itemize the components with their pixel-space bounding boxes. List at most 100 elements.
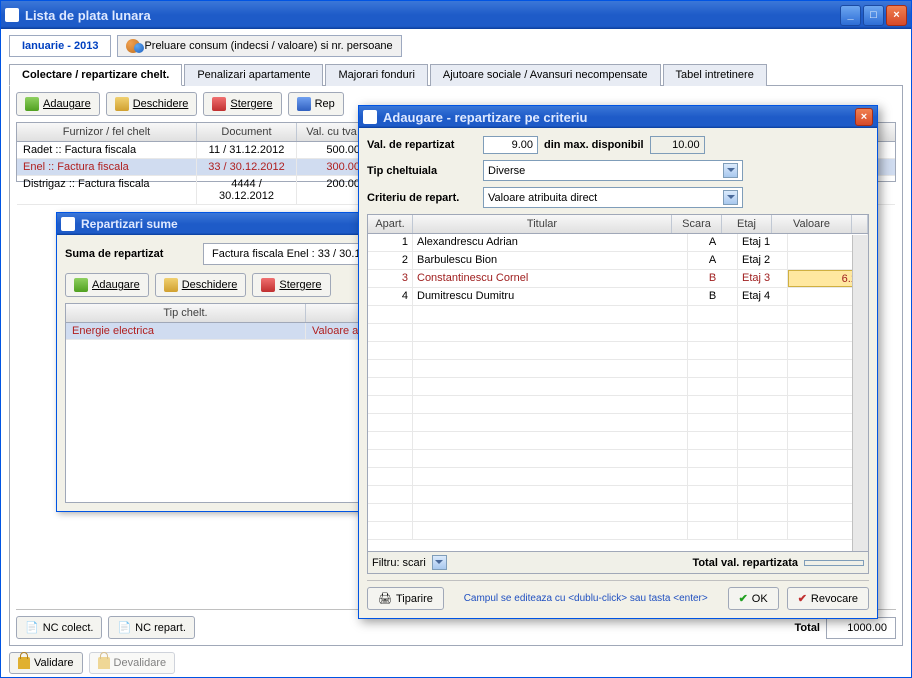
close-button[interactable]: × (886, 5, 907, 26)
dialog-icon (363, 110, 377, 124)
suma-label: Suma de repartizat (65, 248, 195, 260)
val-repart-input[interactable] (483, 136, 538, 154)
consum-label: Preluare consum (indecsi / valoare) si n… (144, 40, 392, 52)
doc-icon: 📄 (25, 621, 39, 634)
table-row[interactable]: 3 Constantinescu Cornel B Etaj 3 6.10 (368, 270, 868, 288)
col-valoare[interactable]: Valoare (772, 215, 852, 233)
window-title: Lista de plata lunara (25, 8, 840, 23)
dialog-icon (61, 217, 75, 231)
chevron-down-icon (723, 163, 738, 178)
delete-icon (261, 278, 275, 292)
nc-colect-button[interactable]: 📄NC colect. (16, 616, 102, 639)
table-row[interactable]: 1 Alexandrescu Adrian A Etaj 1 (368, 234, 868, 252)
dlg2-close-button[interactable]: × (855, 108, 873, 126)
nc-repart-button[interactable]: 📄NC repart. (108, 616, 194, 639)
scrollbar[interactable] (852, 235, 868, 553)
apartments-grid: Apart. Titular Scara Etaj Valoare 1 Alex… (367, 214, 869, 574)
check-red-icon: ✔ (798, 592, 807, 605)
filtru-combo[interactable] (432, 555, 447, 570)
stergere-label: Stergere (230, 98, 272, 110)
minimize-button[interactable]: _ (840, 5, 861, 26)
tab-colectare[interactable]: Colectare / repartizare chelt. (9, 64, 182, 86)
table-row[interactable] (368, 468, 868, 486)
tip-combo[interactable]: Diverse (483, 160, 743, 181)
table-row[interactable] (368, 324, 868, 342)
col-etaj[interactable]: Etaj (722, 215, 772, 233)
adaugare-button[interactable]: Adaugare (16, 92, 100, 116)
check-icon: ✔ (739, 592, 748, 605)
tab-penalizari[interactable]: Penalizari apartamente (184, 64, 323, 86)
total-repart-label: Total val. repartizata (692, 557, 798, 569)
tip-label: Tip cheltuiala (367, 165, 477, 177)
adaugare-label: Adaugare (43, 98, 91, 110)
print-icon: 🖨 (378, 592, 392, 605)
revocare-button[interactable]: ✔Revocare (787, 587, 869, 610)
table-row[interactable] (368, 378, 868, 396)
total-repart-value (804, 560, 864, 566)
open-icon (164, 278, 178, 292)
table-row[interactable] (368, 432, 868, 450)
add-icon (25, 97, 39, 111)
dlg1-adaugare-button[interactable]: Adaugare (65, 273, 149, 297)
col-document[interactable]: Document (197, 123, 297, 141)
crit-label: Criteriu de repart. (367, 192, 477, 204)
edit-hint: Campul se editeaza cu <dublu-click> sau … (452, 593, 720, 604)
lock-icon (18, 657, 30, 669)
table-row[interactable] (368, 450, 868, 468)
table-row[interactable] (368, 504, 868, 522)
validare-button[interactable]: Validare (9, 652, 83, 674)
add-icon (74, 278, 88, 292)
tab-ajutoare[interactable]: Ajutoare sociale / Avansuri necompensate (430, 64, 661, 86)
col-scara[interactable]: Scara (672, 215, 722, 233)
ok-button[interactable]: ✔OK (728, 587, 779, 610)
table-row[interactable]: 4 Dumitrescu Dumitru B Etaj 4 (368, 288, 868, 306)
lock-open-icon (98, 657, 110, 669)
deschidere-label: Deschidere (133, 98, 189, 110)
stergere-button[interactable]: Stergere (203, 92, 281, 116)
col-tip[interactable]: Tip chelt. (66, 304, 306, 322)
dlg1-stergere-button[interactable]: Stergere (252, 273, 330, 297)
consum-button[interactable]: Preluare consum (indecsi / valoare) si n… (117, 35, 401, 57)
maximize-button[interactable]: □ (863, 5, 884, 26)
repart-icon (297, 97, 311, 111)
open-icon (115, 97, 129, 111)
crit-combo[interactable]: Valoare atribuita direct (483, 187, 743, 208)
filtru-label: Filtru: scari (372, 557, 426, 569)
tip-value: Diverse (488, 165, 525, 177)
val-repart-label: Val. de repartizat (367, 139, 477, 151)
tab-tabel[interactable]: Tabel intretinere (663, 64, 767, 86)
repart-label: Rep (315, 98, 335, 110)
devalidare-button: Devalidare (89, 652, 176, 674)
table-row[interactable] (368, 360, 868, 378)
dlg1-deschidere-button[interactable]: Deschidere (155, 273, 247, 297)
table-row[interactable]: 2 Barbulescu Bion A Etaj 2 (368, 252, 868, 270)
doc-icon: 📄 (117, 621, 131, 634)
deschidere-button[interactable]: Deschidere (106, 92, 198, 116)
col-val[interactable]: Val. cu tva (297, 123, 367, 141)
table-row[interactable] (368, 486, 868, 504)
col-titular[interactable]: Titular (413, 215, 672, 233)
tab-majorari[interactable]: Majorari fonduri (325, 64, 427, 86)
month-display: Ianuarie - 2013 (9, 35, 111, 57)
max-value: 10.00 (650, 136, 705, 154)
dlg2-title: Adaugare - repartizare pe criteriu (383, 110, 855, 125)
table-row[interactable] (368, 306, 868, 324)
max-label: din max. disponibil (544, 139, 644, 151)
app-icon (5, 8, 19, 22)
adaugare-dialog: Adaugare - repartizare pe criteriu × Val… (358, 105, 878, 619)
crit-value: Valoare atribuita direct (488, 192, 597, 204)
delete-icon (212, 97, 226, 111)
main-titlebar: Lista de plata lunara _ □ × (1, 1, 911, 29)
col-furnizor[interactable]: Furnizor / fel chelt (17, 123, 197, 141)
total-label: Total (795, 622, 820, 634)
col-apart[interactable]: Apart. (368, 215, 413, 233)
table-row[interactable] (368, 396, 868, 414)
table-row[interactable] (368, 414, 868, 432)
table-row[interactable] (368, 522, 868, 540)
repartizare-button[interactable]: Rep (288, 92, 344, 116)
table-row[interactable] (368, 342, 868, 360)
total-value: 1000.00 (826, 617, 896, 639)
people-icon (126, 39, 140, 53)
tiparire-button[interactable]: 🖨Tiparire (367, 587, 444, 610)
tabs: Colectare / repartizare chelt. Penalizar… (9, 63, 903, 86)
